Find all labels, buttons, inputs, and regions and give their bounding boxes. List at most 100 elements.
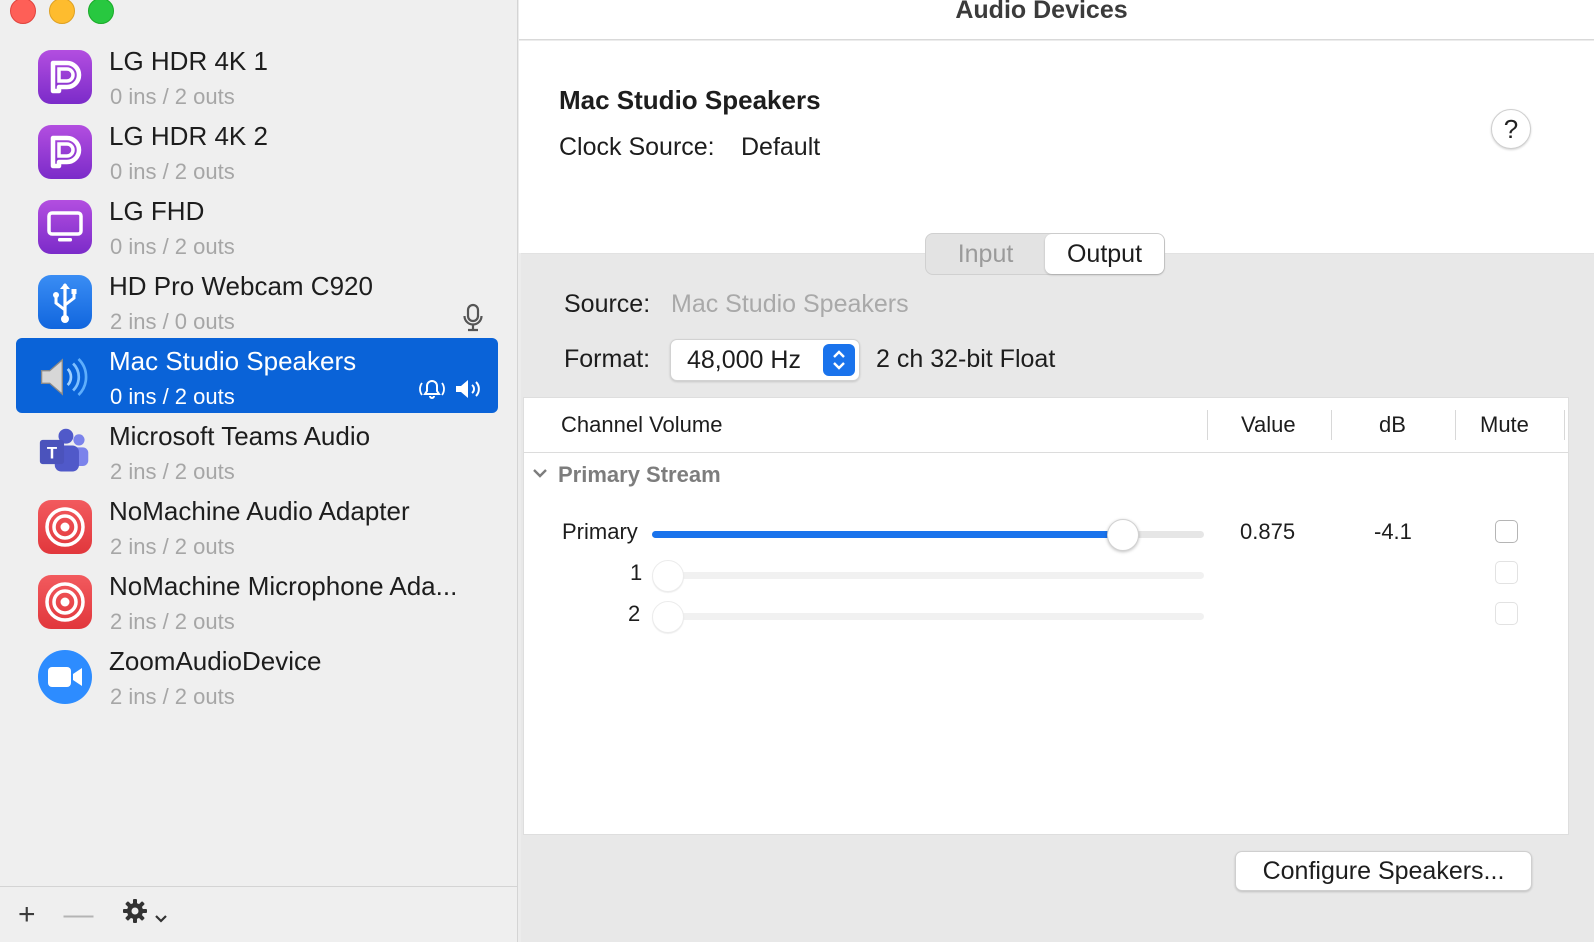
device-title: Mac Studio Speakers	[559, 85, 821, 115]
group-label: Primary Stream	[558, 462, 721, 487]
alert-sound-icon	[416, 378, 448, 405]
usb-icon	[38, 275, 92, 329]
device-item-nomachine-microphone-adapter[interactable]: NoMachine Microphone Ada... 2 ins / 2 ou…	[16, 563, 498, 638]
device-name: Mac Studio Speakers	[109, 346, 357, 376]
device-item-zoom-audio-device[interactable]: ZoomAudioDevice 2 ins / 2 outs	[16, 638, 498, 713]
device-io: 2 ins / 2 outs	[110, 459, 235, 484]
mute-checkbox[interactable]	[1495, 520, 1518, 543]
device-item-lg-hdr-4k-1[interactable]: LG HDR 4K 1 0 ins / 2 outs	[16, 38, 498, 113]
column-value[interactable]: Value	[1241, 412, 1296, 438]
device-name: LG HDR 4K 1	[109, 46, 268, 76]
format-label: Format:	[564, 345, 651, 373]
volume-icon	[454, 378, 484, 405]
device-header: Mac Studio Speakers Clock Source: Defaul…	[519, 41, 1594, 253]
device-io: 0 ins / 2 outs	[110, 384, 235, 409]
volume-slider-fill	[652, 531, 1123, 538]
close-window-button[interactable]	[10, 0, 36, 24]
window-title: Audio Devices	[955, 0, 1128, 24]
device-item-microsoft-teams-audio[interactable]: T Microsoft Teams Audio 2 ins / 2 outs	[16, 413, 498, 488]
format-selected-value: 48,000 Hz	[687, 346, 801, 374]
device-detail: Audio Devices Mac Studio Speakers Clock …	[519, 0, 1594, 942]
clock-source-label: Clock Source:	[559, 133, 715, 161]
nomachine-icon	[38, 500, 92, 554]
channel-volume-table: Channel Volume Value dB Mute Primary Str…	[523, 397, 1569, 835]
displayport-icon	[38, 50, 92, 104]
device-item-lg-fhd[interactable]: LG FHD 0 ins / 2 outs	[16, 188, 498, 263]
volume-slider[interactable]	[652, 519, 1204, 551]
mute-checkbox[interactable]	[1495, 561, 1518, 584]
volume-slider-knob[interactable]	[652, 560, 684, 592]
tab-output[interactable]: Output	[1045, 234, 1164, 274]
svg-text:T: T	[47, 444, 58, 463]
primary-stream-group[interactable]: Primary Stream	[532, 462, 721, 488]
column-divider	[1331, 410, 1332, 440]
device-io: 2 ins / 2 outs	[110, 684, 235, 709]
device-name: LG FHD	[109, 196, 205, 226]
channel-value: 0.875	[1240, 519, 1296, 544]
minimize-window-button[interactable]	[49, 0, 75, 24]
device-list: LG HDR 4K 1 0 ins / 2 outs LG HDR 4K 2 0…	[16, 38, 498, 713]
gear-icon	[122, 898, 148, 932]
nomachine-icon	[38, 575, 92, 629]
microphone-icon	[462, 303, 484, 333]
remove-device-button[interactable]: —	[64, 898, 94, 931]
title-bar: Audio Devices	[519, 0, 1594, 40]
window-controls	[10, 0, 114, 24]
source-value: Mac Studio Speakers	[671, 290, 909, 318]
clock-source-value: Default	[741, 133, 821, 161]
device-badges	[416, 378, 484, 405]
table-header: Channel Volume Value dB Mute	[524, 398, 1568, 453]
chevron-down-icon	[154, 898, 168, 932]
channel-name: 2	[628, 601, 641, 626]
channel-name: 1	[630, 560, 643, 585]
device-name: NoMachine Microphone Ada...	[109, 571, 458, 601]
column-channel-volume[interactable]: Channel Volume	[561, 412, 722, 438]
volume-slider[interactable]	[652, 601, 1204, 633]
monitor-icon	[38, 200, 92, 254]
table-row: 1	[524, 556, 1568, 596]
zoom-window-button[interactable]	[88, 0, 114, 24]
channel-name: Primary	[562, 519, 638, 544]
device-item-mac-studio-speakers[interactable]: Mac Studio Speakers 0 ins / 2 outs	[16, 338, 498, 413]
configure-speakers-button[interactable]: Configure Speakers...	[1235, 851, 1532, 891]
device-io: 2 ins / 2 outs	[110, 609, 235, 634]
sidebar-toolbar: + —	[0, 886, 518, 942]
mute-checkbox[interactable]	[1495, 602, 1518, 625]
device-io: 0 ins / 2 outs	[110, 159, 235, 184]
device-item-hd-pro-webcam[interactable]: HD Pro Webcam C920 2 ins / 0 outs	[16, 263, 498, 338]
column-db[interactable]: dB	[1379, 412, 1406, 438]
column-divider	[1455, 410, 1456, 440]
volume-slider-knob[interactable]	[1107, 519, 1139, 551]
device-sidebar: LG HDR 4K 1 0 ins / 2 outs LG HDR 4K 2 0…	[0, 0, 518, 942]
device-item-lg-hdr-4k-2[interactable]: LG HDR 4K 2 0 ins / 2 outs	[16, 113, 498, 188]
format-select[interactable]: 48,000 Hz	[670, 339, 860, 381]
input-output-tabs: Input Output	[925, 233, 1165, 275]
column-divider	[1207, 410, 1208, 440]
format-channel-info: 2 ch 32-bit Float	[876, 345, 1056, 373]
device-name: ZoomAudioDevice	[109, 646, 322, 676]
device-name: Microsoft Teams Audio	[109, 421, 371, 451]
channel-db: -4.1	[1374, 519, 1412, 544]
settings-menu-button[interactable]	[122, 898, 168, 932]
device-io: 0 ins / 2 outs	[110, 234, 235, 259]
table-row: Primary 0.875 -4.1	[524, 515, 1568, 555]
volume-slider[interactable]	[652, 560, 1204, 592]
volume-slider-knob[interactable]	[652, 601, 684, 633]
up-down-chevron-icon	[823, 344, 855, 376]
device-item-nomachine-audio-adapter[interactable]: NoMachine Audio Adapter 2 ins / 2 outs	[16, 488, 498, 563]
add-device-button[interactable]: +	[18, 898, 36, 931]
column-divider	[1564, 410, 1565, 440]
device-name: HD Pro Webcam C920	[109, 271, 373, 301]
device-name: NoMachine Audio Adapter	[109, 496, 410, 526]
zoom-icon	[38, 650, 92, 704]
device-io: 0 ins / 2 outs	[110, 84, 235, 109]
column-mute[interactable]: Mute	[1480, 412, 1529, 438]
device-io: 2 ins / 2 outs	[110, 534, 235, 559]
table-row: 2	[524, 597, 1568, 637]
device-io: 2 ins / 0 outs	[110, 309, 235, 334]
device-name: LG HDR 4K 2	[109, 121, 268, 151]
chevron-down-icon[interactable]	[532, 466, 548, 484]
displayport-icon	[38, 125, 92, 179]
tab-input[interactable]: Input	[926, 234, 1045, 274]
help-button[interactable]: ?	[1491, 109, 1531, 149]
